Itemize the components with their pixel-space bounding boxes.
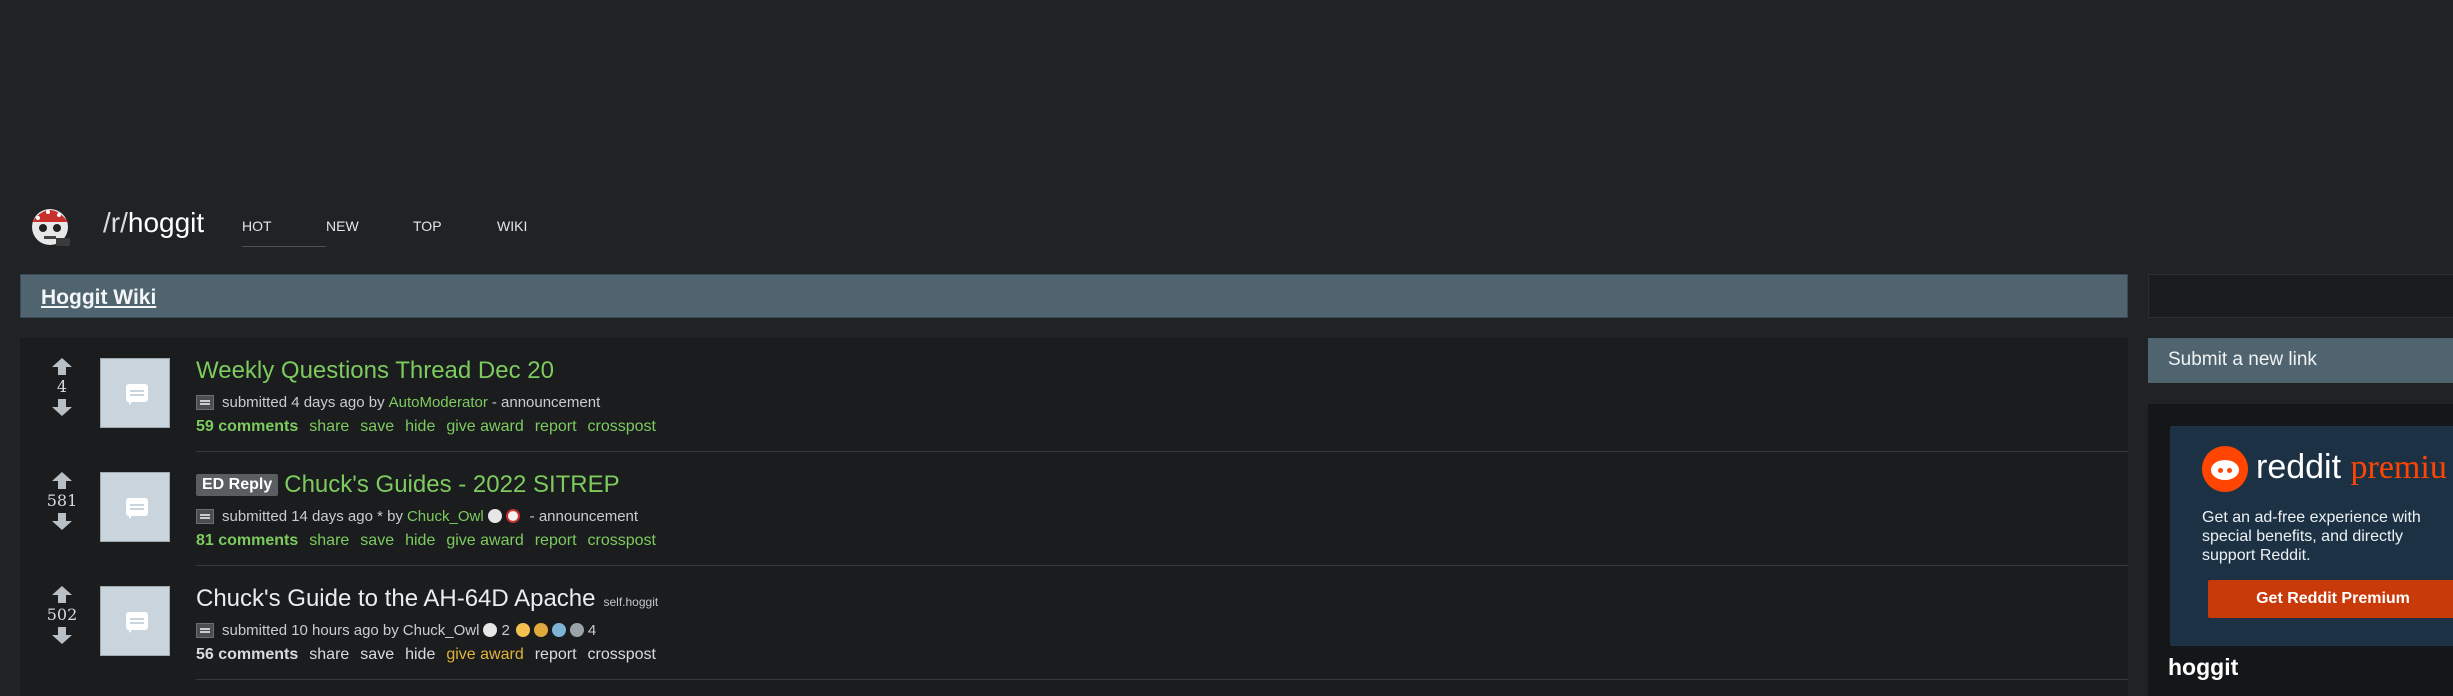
save-button[interactable]: save <box>360 646 394 664</box>
award-emoji-icon <box>515 623 530 637</box>
vote-controls: 4 <box>42 358 82 416</box>
hide-button[interactable]: hide <box>405 646 435 664</box>
tab-wiki[interactable]: WIKI <box>497 218 527 247</box>
post-row: 502 Chuck's Guide to the AH-64D Apache s… <box>20 566 2128 680</box>
save-button[interactable]: save <box>360 418 394 436</box>
tab-top[interactable]: TOP <box>413 218 497 247</box>
post-actions: 59 comments share save hide give award r… <box>196 418 2096 436</box>
comments-link[interactable]: 59 comments <box>196 418 298 436</box>
crosspost-button[interactable]: crosspost <box>588 532 656 550</box>
downvote-arrow-icon[interactable] <box>52 398 72 416</box>
post-row: 581 ED Reply Chuck's Guides - 2022 SITRE… <box>20 452 2128 566</box>
wiki-link[interactable]: Hoggit Wiki <box>41 286 156 310</box>
premium-description: Get an ad-free experience with special b… <box>2202 509 2421 564</box>
post-domain[interactable]: self.hoggit <box>603 595 658 609</box>
sort-tabs: HOT NEW TOP WIKI <box>242 218 527 247</box>
wiki-banner: Hoggit Wiki <box>20 274 2128 318</box>
post-flair[interactable]: ED Reply <box>196 474 279 496</box>
expand-text-icon[interactable] <box>196 508 214 524</box>
post-content: ED Reply Chuck's Guides - 2022 SITREP su… <box>196 470 2096 550</box>
sidebar-subreddit-title: hoggit <box>2168 654 2239 680</box>
hide-button[interactable]: hide <box>405 418 435 436</box>
submit-link-button[interactable]: Submit a new link <box>2148 338 2453 383</box>
post-title[interactable]: Chuck's Guides - 2022 SITREP <box>284 471 619 499</box>
premium-ad: reddit premiu Get an ad-free experience … <box>2170 426 2453 646</box>
comments-link[interactable]: 81 comments <box>196 532 298 550</box>
share-button[interactable]: share <box>309 532 349 550</box>
reddit-premium-logo-icon <box>2202 446 2248 492</box>
post-content: Chuck's Guide to the AH-64D Apache self.… <box>196 584 2096 664</box>
post-score: 502 <box>46 605 78 624</box>
tab-new[interactable]: NEW <box>326 218 413 247</box>
give-award-button[interactable]: give award <box>446 532 523 550</box>
expand-text-icon[interactable] <box>196 394 214 410</box>
post-tagline: submitted 14 days ago * by Chuck_Owl - a… <box>196 506 2096 526</box>
award-count: 4 <box>587 621 597 639</box>
give-award-button[interactable]: give award <box>446 418 523 436</box>
post-actions: 56 comments share save hide give award r… <box>196 646 2096 664</box>
user-flair-badge-icon <box>505 509 520 523</box>
post-content: Weekly Questions Thread Dec 20 submitted… <box>196 356 2096 436</box>
post-tagline: submitted 10 hours ago by Chuck_Owl 2 4 <box>196 620 2096 640</box>
award-globe-icon <box>551 623 566 637</box>
expand-text-icon[interactable] <box>196 622 214 638</box>
report-button[interactable]: report <box>535 646 577 664</box>
post-thumbnail-icon[interactable] <box>100 472 170 542</box>
crosspost-button[interactable]: crosspost <box>588 418 656 436</box>
sidebar-premium-section: reddit premiu Get an ad-free experience … <box>2148 404 2453 696</box>
upvote-arrow-icon[interactable] <box>52 472 72 490</box>
post-thumbnail-icon[interactable] <box>100 358 170 428</box>
vote-controls: 502 <box>42 586 82 644</box>
post-author[interactable]: Chuck_Owl <box>403 622 480 639</box>
tab-hot[interactable]: HOT <box>242 218 326 247</box>
post-title[interactable]: Chuck's Guide to the AH-64D Apache <box>196 585 595 613</box>
post-title[interactable]: Weekly Questions Thread Dec 20 <box>196 357 554 385</box>
upvote-arrow-icon[interactable] <box>52 358 72 376</box>
user-flair-owl-icon <box>487 509 502 523</box>
share-button[interactable]: share <box>309 646 349 664</box>
post-actions: 81 comments share save hide give award r… <box>196 532 2096 550</box>
downvote-arrow-icon[interactable] <box>52 626 72 644</box>
crosspost-button[interactable]: crosspost <box>588 646 656 664</box>
sidebar-search-box[interactable] <box>2148 274 2453 318</box>
premium-brand-text: reddit premiu <box>2256 448 2447 486</box>
upvote-arrow-icon[interactable] <box>52 586 72 604</box>
hide-button[interactable]: hide <box>405 532 435 550</box>
downvote-arrow-icon[interactable] <box>52 512 72 530</box>
subreddit-header: /r/hoggit HOT NEW TOP WIKI <box>0 190 2453 260</box>
post-tagline: submitted 4 days ago by AutoModerator - … <box>196 392 2096 412</box>
comments-link[interactable]: 56 comments <box>196 646 298 664</box>
award-count: 2 <box>501 621 510 639</box>
subreddit-title[interactable]: /r/hoggit <box>103 207 204 239</box>
save-button[interactable]: save <box>360 532 394 550</box>
post-list: 4 Weekly Questions Thread Dec 20 submitt… <box>20 338 2128 696</box>
award-owl-icon <box>483 623 498 637</box>
post-author[interactable]: Chuck_Owl <box>407 508 484 525</box>
post-score: 4 <box>56 377 68 396</box>
post-author[interactable]: AutoModerator <box>389 394 488 411</box>
give-award-button[interactable]: give award <box>446 646 523 664</box>
award-people-icon <box>569 623 584 637</box>
vote-controls: 581 <box>42 472 82 530</box>
share-button[interactable]: share <box>309 418 349 436</box>
post-thumbnail-icon[interactable] <box>100 586 170 656</box>
post-score: 581 <box>46 491 78 510</box>
post-row: 4 Weekly Questions Thread Dec 20 submitt… <box>20 338 2128 452</box>
award-gold-icon <box>533 623 548 637</box>
report-button[interactable]: report <box>535 532 577 550</box>
report-button[interactable]: report <box>535 418 577 436</box>
get-premium-button[interactable]: Get Reddit Premium <box>2208 580 2453 618</box>
subreddit-logo-icon[interactable] <box>26 200 74 248</box>
